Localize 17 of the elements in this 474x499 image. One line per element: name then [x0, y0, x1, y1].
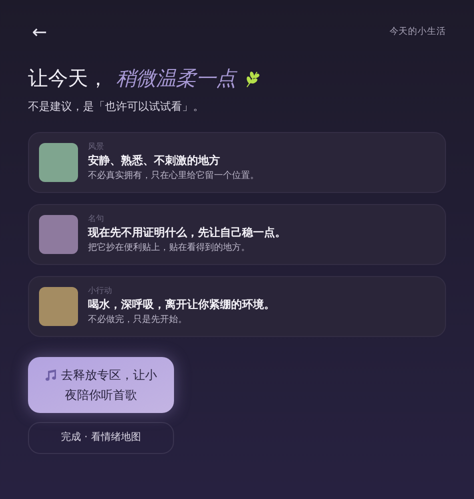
music-note-icon	[45, 368, 57, 380]
finish-button[interactable]: 完成 · 看情绪地图	[28, 422, 174, 454]
music-button[interactable]: 去释放专区，让小夜陪你听首歌	[28, 356, 174, 412]
card-note: 把它抄在便利贴上，贴在看得到的地方。	[88, 242, 251, 254]
leaf-icon	[244, 70, 260, 88]
card-title: 现在先不用证明什么，先让自己稳一点。	[88, 226, 286, 240]
heading: 让今天， 稍微温柔一点	[28, 66, 236, 91]
card-tag: 小行动	[88, 286, 275, 296]
card-note: 不必做完，只是先开始。	[88, 314, 188, 326]
card-title: 安静、熟悉、不刺激的地方	[88, 154, 221, 168]
subtitle: 不是建议，是「也许可以试试看」。	[28, 99, 205, 115]
card-tag: 名句	[88, 214, 286, 224]
card-title: 喝水，深呼吸，离开让你紧绷的环境。	[88, 298, 275, 312]
back-button[interactable]: ←	[28, 24, 52, 42]
card-note: 不必真实拥有，只在心里给它留一个位置。	[88, 170, 259, 182]
page-title: 今天的小生活	[389, 26, 446, 40]
card-tag: 风景	[88, 142, 259, 152]
